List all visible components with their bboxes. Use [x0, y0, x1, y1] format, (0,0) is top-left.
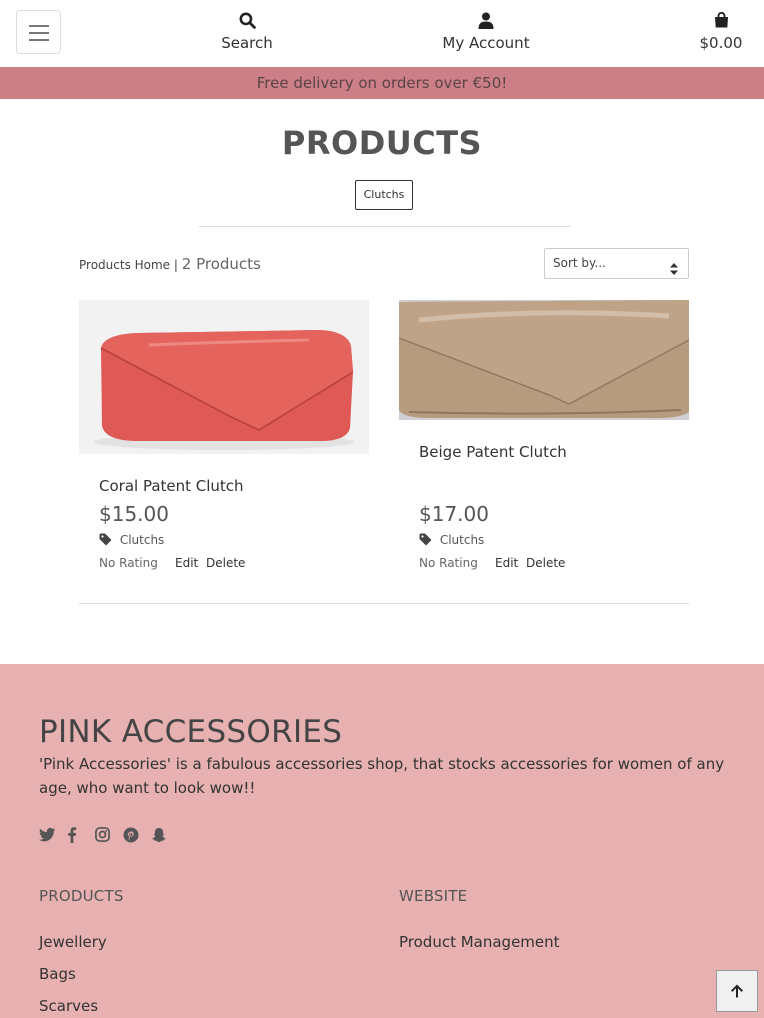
- products-home-link[interactable]: Products Home: [79, 258, 170, 272]
- products-divider: [79, 603, 689, 604]
- footer-link-product-management[interactable]: Product Management: [399, 933, 560, 951]
- shopping-bag-icon: [690, 11, 752, 32]
- product-category-link[interactable]: Clutchs: [419, 533, 484, 549]
- category-filter-badge[interactable]: Clutchs: [355, 180, 413, 210]
- edit-product-link[interactable]: Edit: [495, 556, 518, 570]
- edit-product-link[interactable]: Edit: [175, 556, 198, 570]
- search-nav-link[interactable]: Search: [212, 12, 282, 52]
- page-title: PRODUCTS: [281, 124, 483, 162]
- back-to-top-button[interactable]: [716, 970, 758, 1012]
- product-image[interactable]: [398, 300, 690, 420]
- product-card: Coral Patent Clutch $15.00 Clutchs No Ra…: [79, 300, 369, 570]
- product-category: Clutchs: [119, 533, 165, 547]
- free-delivery-banner: Free delivery on orders over €50!: [0, 67, 764, 99]
- sort-select[interactable]: Sort by...: [544, 248, 689, 279]
- footer-products-heading: PRODUCTS: [39, 887, 124, 905]
- twitter-icon[interactable]: [39, 827, 57, 845]
- product-price: $15.00: [99, 502, 169, 526]
- product-category: Clutchs: [439, 533, 485, 547]
- product-rating: No Rating: [419, 556, 478, 570]
- product-name[interactable]: Coral Patent Clutch: [99, 477, 244, 495]
- product-count: 2 Products: [181, 255, 261, 273]
- sort-select-value: Sort by...: [553, 256, 606, 270]
- instagram-icon[interactable]: [95, 826, 113, 845]
- select-arrows-icon: [670, 257, 678, 275]
- my-account-nav-link[interactable]: My Account: [436, 12, 536, 52]
- my-account-label: My Account: [442, 34, 530, 52]
- breadcrumb-separator: |: [173, 258, 178, 272]
- footer-website-heading: WEBSITE: [399, 887, 468, 905]
- cart-nav-link[interactable]: $0.00: [690, 11, 752, 52]
- footer-link-scarves[interactable]: Scarves: [39, 997, 98, 1015]
- product-image[interactable]: [79, 300, 369, 454]
- tag-icon: [99, 533, 112, 549]
- menu-toggle-button[interactable]: [16, 10, 61, 54]
- product-price: $17.00: [419, 502, 489, 526]
- delete-product-link[interactable]: Delete: [526, 556, 565, 570]
- site-footer: PINK ACCESSORIES 'Pink Accessories' is a…: [0, 664, 764, 1018]
- cart-total: $0.00: [699, 34, 743, 52]
- pinterest-icon[interactable]: [123, 827, 141, 845]
- social-links: [39, 825, 174, 843]
- search-icon: [212, 12, 282, 32]
- product-rating: No Rating: [99, 556, 158, 570]
- footer-link-bags[interactable]: Bags: [39, 965, 76, 983]
- top-navbar: Search My Account $0.00: [0, 0, 764, 67]
- user-icon: [436, 12, 536, 32]
- search-label: Search: [221, 34, 273, 52]
- footer-brand: PINK ACCESSORIES: [39, 714, 343, 750]
- tag-icon: [419, 533, 432, 549]
- facebook-icon[interactable]: [67, 826, 85, 845]
- footer-link-jewellery[interactable]: Jewellery: [39, 933, 107, 951]
- arrow-up-icon: [731, 984, 743, 998]
- footer-description: 'Pink Accessories' is a fabulous accesso…: [39, 755, 725, 797]
- delete-product-link[interactable]: Delete: [206, 556, 245, 570]
- product-name[interactable]: Beige Patent Clutch: [419, 443, 567, 461]
- title-divider: [199, 226, 570, 227]
- product-category-link[interactable]: Clutchs: [99, 533, 164, 549]
- products-count-line: Products Home | 2 Products: [79, 255, 261, 273]
- product-card: Beige Patent Clutch $17.00 Clutchs No Ra…: [398, 300, 690, 570]
- snapchat-icon[interactable]: [151, 827, 169, 845]
- hamburger-icon: [29, 25, 49, 27]
